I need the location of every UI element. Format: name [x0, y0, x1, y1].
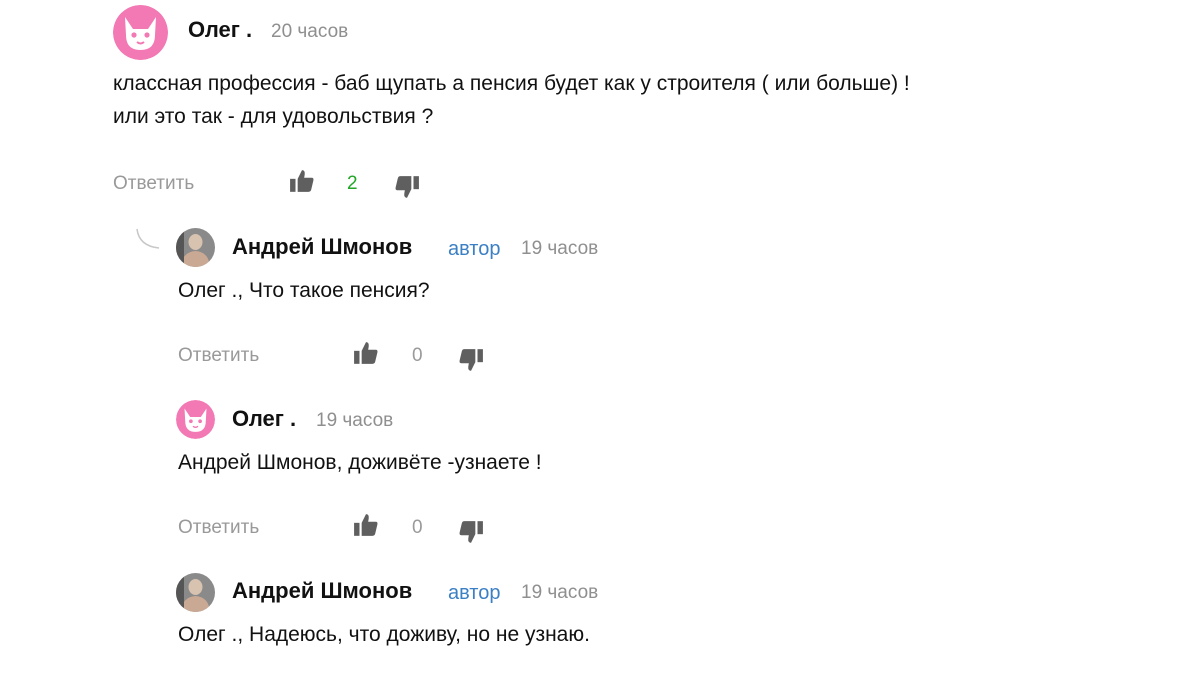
comment-author[interactable]: Олег .	[188, 17, 252, 43]
author-badge: автор	[448, 238, 501, 260]
comment-time: 20 часов	[271, 21, 349, 42]
comment-author[interactable]: Олег .	[232, 406, 296, 432]
comment-author[interactable]: Андрей Шмонов	[232, 578, 412, 604]
photo-avatar-icon	[176, 573, 215, 612]
thumbs-down-icon	[395, 176, 419, 198]
dislike-button[interactable]	[394, 174, 420, 200]
user-avatar[interactable]	[176, 228, 215, 267]
reply-button[interactable]: Ответить	[178, 345, 259, 367]
author-badge: автор	[448, 582, 501, 604]
thumbs-up-icon	[354, 514, 378, 536]
pink-cat-avatar-icon	[113, 5, 168, 60]
user-avatar[interactable]	[113, 5, 168, 60]
thumbs-up-icon	[354, 342, 378, 364]
thumbs-down-icon	[459, 521, 483, 543]
user-avatar[interactable]	[176, 573, 215, 612]
dislike-button[interactable]	[458, 519, 484, 545]
photo-avatar-icon	[176, 228, 215, 267]
user-avatar[interactable]	[176, 400, 215, 439]
reply-button[interactable]: Ответить	[178, 517, 259, 539]
like-count: 2	[347, 173, 358, 194]
like-count: 0	[412, 345, 423, 366]
comment-text-line: Олег ., Надеюсь, что доживу, но не узнаю…	[178, 623, 590, 646]
pink-cat-avatar-icon	[176, 400, 215, 439]
comment-text-line: Олег ., Что такое пенсия?	[178, 279, 430, 302]
like-button[interactable]	[353, 340, 379, 366]
comment-text-line: или это так - для удовольствия ?	[113, 105, 434, 128]
dislike-button[interactable]	[458, 347, 484, 373]
comment-time: 19 часов	[521, 238, 599, 259]
comment-time: 19 часов	[521, 582, 599, 603]
comment-reply: Андрей Шмонов автор 19 часов Олег ., Над…	[0, 0, 1200, 646]
thread-connector-icon	[135, 228, 165, 257]
comment-author[interactable]: Андрей Шмонов	[232, 234, 412, 260]
like-button[interactable]	[353, 512, 379, 538]
comment-time: 19 часов	[316, 410, 394, 431]
reply-button[interactable]: Ответить	[113, 173, 194, 195]
thumbs-up-icon	[290, 170, 314, 192]
comment-text-line: классная профессия - баб щупать а пенсия…	[113, 72, 910, 95]
comment-text-line: Андрей Шмонов, доживёте -узнаете !	[178, 451, 542, 474]
like-count: 0	[412, 517, 423, 538]
like-button[interactable]	[289, 168, 315, 194]
thumbs-down-icon	[459, 349, 483, 371]
